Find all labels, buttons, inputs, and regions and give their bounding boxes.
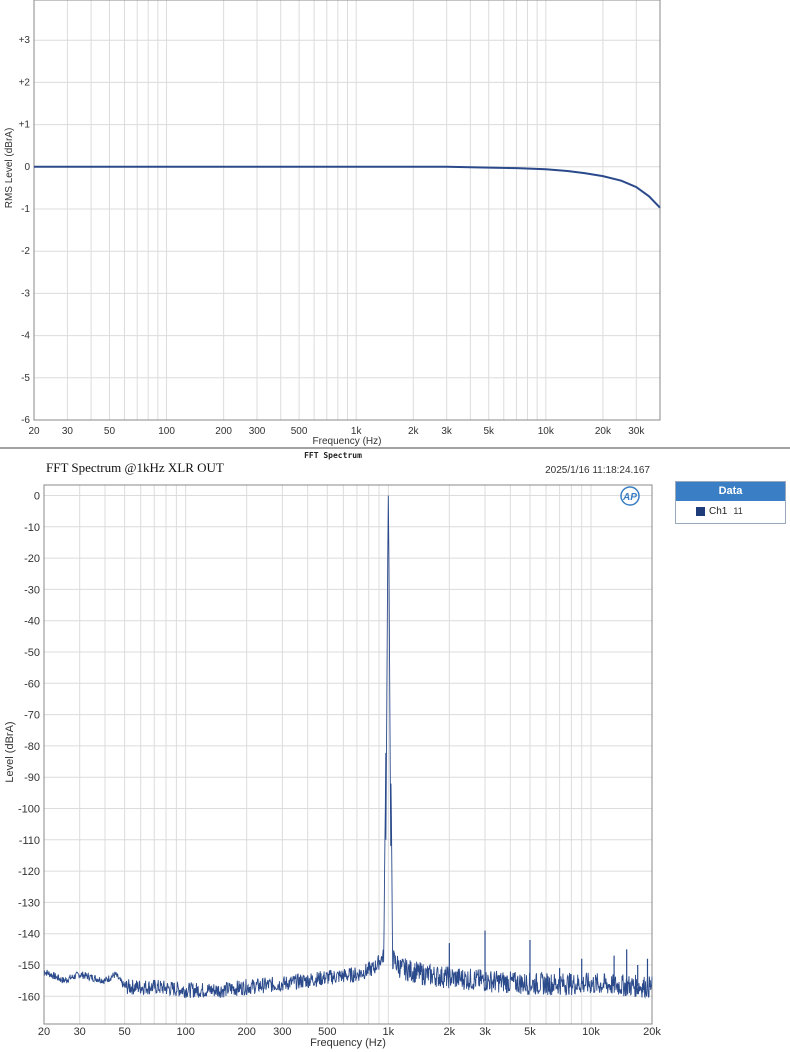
legend-entry-label: Ch1 [709, 505, 728, 517]
timestamp: 2025/1/16 11:18:24.167 [545, 465, 650, 476]
y-tick-label: -5 [21, 373, 30, 384]
x-tick-label: 20k [643, 1026, 661, 1038]
x-tick-label: 3k [441, 426, 453, 437]
legend-entry-ch1[interactable]: Ch1 11 [676, 501, 785, 521]
y-tick-label: -130 [18, 897, 40, 909]
y-tick-label: 0 [34, 491, 40, 503]
legend-panel: Data Ch1 11 [675, 481, 786, 524]
y-tick-label: -4 [21, 331, 30, 342]
y-tick-label: +3 [19, 35, 31, 46]
legend-title: Data [676, 482, 785, 501]
x-tick-label: 5k [483, 426, 495, 437]
y-tick-label: -110 [19, 835, 40, 847]
x-axis-title: Frequency (Hz) [313, 436, 382, 447]
response-chart: +3+2+10-1-2-3-4-5-620 30 50 100 200 300 500 1k 2… [0, 0, 790, 449]
y-tick-label: -30 [24, 584, 40, 596]
x-tick-label: 500 [291, 426, 308, 437]
x-axis-title: Frequency (Hz) [310, 1037, 386, 1049]
y-tick-label: +1 [19, 120, 31, 131]
x-tick-label: 100 [176, 1026, 194, 1038]
y-tick-label: -70 [24, 710, 40, 722]
plot-area [34, 0, 660, 420]
y-tick-label: -150 [18, 960, 40, 972]
chart-subtitle: FFT Spectrum [304, 452, 362, 460]
x-tick-label: 30k [628, 426, 645, 437]
x-tick-label: 20 [38, 1026, 50, 1038]
logo-mark: AP [622, 492, 637, 503]
y-tick-label: 0 [24, 162, 30, 173]
x-tick-label: 50 [119, 1026, 131, 1038]
x-tick-label: 10k [538, 426, 555, 437]
y-tick-label: -10 [24, 522, 40, 534]
x-tick-label: 30 [74, 1026, 86, 1038]
x-tick-label: 200 [237, 1026, 255, 1038]
y-axis-title: Level (dBrA) [4, 721, 16, 782]
legend-entry-count: 11 [733, 506, 743, 516]
x-tick-label: 50 [104, 426, 116, 437]
y-tick-label: -120 [18, 866, 40, 878]
y-tick-label: -1 [21, 204, 30, 215]
y-tick-label: +2 [19, 77, 31, 88]
x-tick-label: 2k [444, 1026, 456, 1038]
y-tick-label: -100 [18, 804, 40, 816]
y-tick-label: -40 [24, 616, 40, 628]
fft-chart: FFT Spectrum @1kHz XLR OUT FFT Spectrum 20… [4, 452, 661, 1049]
y-tick-label: -2 [21, 246, 30, 257]
y-tick-label: -6 [21, 415, 30, 426]
series-swatch [696, 506, 705, 516]
x-tick-label: 100 [158, 426, 175, 437]
chart-page: +3 +2 +1 0 -1 -2 -3 -4 -5 -6 20 30 50 100 200 300 500 1k 2… [0, 0, 790, 1052]
y-tick-label: -90 [24, 772, 40, 784]
x-tick-label: 10k [582, 1026, 600, 1038]
x-tick-label: 300 [249, 426, 266, 437]
y-tick-label: -80 [24, 741, 40, 753]
y-tick-label: -140 [18, 929, 40, 941]
chart-title: FFT Spectrum @1kHz XLR OUT [46, 460, 224, 475]
y-axis-title: RMS Level (dBrA) [4, 128, 15, 209]
y-tick-label: -60 [24, 678, 40, 690]
y-tick-label: -160 [18, 991, 40, 1003]
y-tick-label: -3 [21, 288, 30, 299]
y-tick-label: -20 [24, 553, 40, 565]
y-tick-label: -50 [24, 647, 40, 659]
x-tick-label: 3k [479, 1026, 491, 1038]
x-tick-label: 20 [28, 426, 40, 437]
x-tick-label: 2k [408, 426, 420, 437]
x-tick-label: 30 [62, 426, 74, 437]
plot-area [44, 485, 652, 1024]
x-tick-label: 200 [215, 426, 232, 437]
x-tick-label: 300 [273, 1026, 291, 1038]
x-tick-label: 20k [595, 426, 612, 437]
x-tick-label: 5k [524, 1026, 536, 1038]
